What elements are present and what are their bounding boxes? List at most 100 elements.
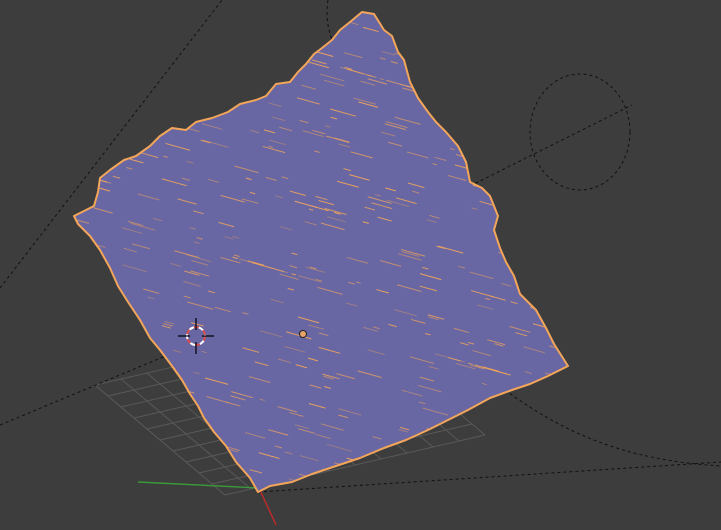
mesh-edge: [144, 451, 150, 455]
mesh-edge: [244, 20, 271, 29]
mesh-edge: [156, 354, 164, 358]
mesh-edge: [206, 96, 229, 104]
mesh-edge: [284, 41, 292, 45]
mesh-edge: [209, 31, 231, 39]
mesh-edge: [427, 49, 434, 52]
mesh-edge: [160, 91, 183, 99]
mesh-edge: [74, 160, 90, 168]
mesh-edge: [451, 21, 465, 27]
mesh-edge: [482, 482, 488, 485]
mesh-edge: [235, 22, 241, 26]
mesh-edge: [549, 415, 557, 419]
mesh-edge: [528, 23, 541, 28]
mesh-edge: [563, 13, 568, 18]
mesh-edge: [547, 165, 562, 171]
mesh-edge: [308, 479, 334, 488]
mesh-edge: [153, 12, 177, 19]
mesh-edge: [513, 464, 526, 469]
mesh-edge: [133, 359, 157, 367]
mesh-edge: [91, 337, 118, 347]
mesh-edge: [164, 471, 174, 476]
mesh-edge: [108, 432, 115, 436]
mesh-edge: [533, 39, 539, 43]
mesh-edge: [74, 251, 84, 256]
mesh-edge: [564, 349, 568, 356]
mesh-edge: [85, 116, 110, 125]
mesh-edge: [554, 84, 568, 91]
mesh-edge: [205, 470, 220, 476]
mesh-edge: [391, 489, 400, 492]
mesh-edge: [485, 88, 511, 97]
mesh-edge: [279, 64, 297, 71]
mesh-edge: [544, 167, 564, 175]
mesh-edge: [474, 405, 497, 413]
mesh-edge: [138, 133, 159, 140]
mesh-edge: [105, 115, 114, 120]
mesh-edge: [136, 15, 158, 23]
lamp-cone-curve: [504, 389, 721, 467]
lamp-circle: [529, 73, 631, 191]
mesh-edge: [532, 203, 555, 211]
mesh-edge: [565, 214, 568, 223]
mesh-edge: [551, 59, 567, 65]
viewport-canvas[interactable]: [0, 0, 721, 530]
mesh-edge: [553, 438, 564, 442]
mesh-edge: [391, 460, 398, 463]
mesh-edge: [74, 102, 79, 105]
mesh-edge: [142, 110, 158, 116]
mesh-edge: [117, 471, 142, 479]
mesh-edge: [149, 17, 172, 25]
mesh-edge: [75, 388, 85, 392]
mesh-edge: [203, 468, 208, 471]
mesh-edge: [499, 396, 506, 400]
mesh-edge: [150, 453, 176, 462]
mesh-edge: [495, 436, 518, 444]
mesh-edge: [504, 433, 525, 441]
mesh-edge: [74, 297, 91, 303]
mesh-edge: [207, 456, 226, 463]
mesh-edge: [512, 32, 532, 39]
mesh-edge: [163, 457, 184, 464]
mesh-edge: [102, 308, 114, 313]
mesh-edge: [461, 131, 469, 134]
3d-viewport[interactable]: [0, 0, 721, 530]
mesh-edge: [462, 143, 482, 150]
mesh-edge: [533, 33, 552, 40]
mesh-edge: [95, 12, 103, 14]
mesh-edge: [289, 45, 316, 54]
mesh-edge: [110, 78, 119, 82]
mesh-edge: [397, 13, 402, 16]
mesh-edge: [342, 484, 361, 491]
mesh-edge: [91, 387, 118, 396]
terrain-mesh[interactable]: [70, 10, 591, 493]
mesh-edge: [84, 280, 105, 287]
mesh-edge: [544, 12, 557, 15]
mesh-edge: [239, 59, 260, 67]
mesh-edge: [105, 87, 112, 90]
mesh-edge: [102, 37, 116, 42]
mesh-edge: [189, 433, 204, 439]
mesh-edge: [90, 29, 115, 38]
mesh-edge: [111, 150, 134, 158]
mesh-edge: [382, 485, 406, 492]
mesh-edge: [111, 351, 133, 359]
y-axis-line: [137, 481, 260, 489]
mesh-edge: [169, 384, 179, 389]
mesh-edge: [151, 93, 175, 102]
mesh-edge: [115, 365, 136, 373]
mesh-edge: [503, 208, 517, 213]
mesh-edge: [129, 100, 141, 105]
mesh-edge: [524, 426, 541, 433]
camera-frustum-line-bottom: [0, 351, 176, 426]
mesh-edge: [81, 408, 93, 413]
mesh-edge: [76, 127, 84, 131]
mesh-edge: [217, 108, 223, 111]
mesh-edge: [74, 243, 85, 249]
mesh-edge: [98, 356, 106, 360]
mesh-edge: [543, 438, 562, 445]
mesh-edge: [89, 102, 112, 110]
mesh-edge: [435, 61, 457, 69]
mesh-edge: [103, 302, 127, 310]
mesh-edge: [115, 45, 138, 53]
mesh-edge: [514, 174, 524, 179]
